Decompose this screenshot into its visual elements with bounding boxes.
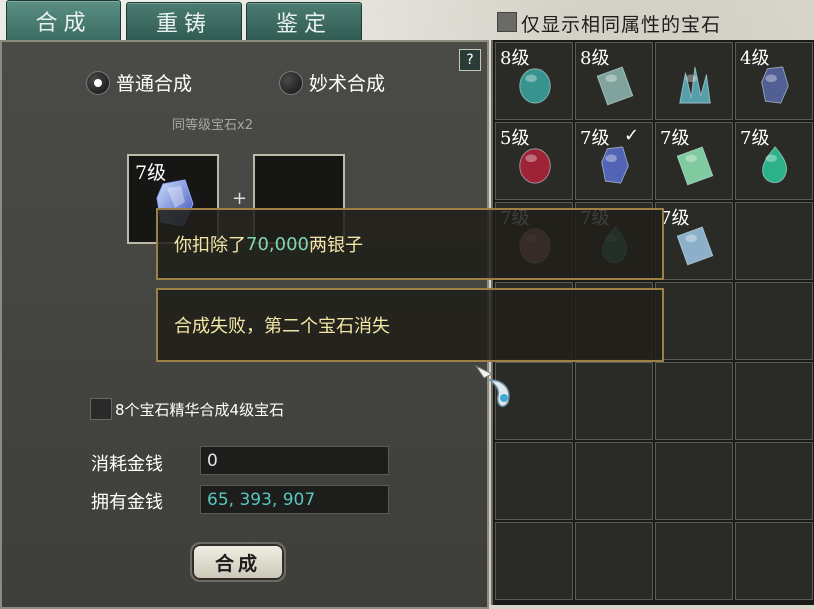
essence-combine-label: 8个宝石精华合成4级宝石 xyxy=(115,401,285,419)
ice-block-gem-icon xyxy=(676,226,714,266)
normal-combine-radio[interactable]: 普通合成 xyxy=(86,69,192,96)
inventory-cell[interactable] xyxy=(575,362,653,440)
radio-selected-icon xyxy=(86,70,110,95)
inventory-cell[interactable] xyxy=(735,522,813,600)
deduct-amount: 70,000 xyxy=(246,233,309,255)
inventory-cell[interactable] xyxy=(735,282,813,360)
magic-combine-label: 妙术合成 xyxy=(309,73,386,95)
cost-label: 消耗金钱 xyxy=(91,454,163,475)
combine-button[interactable]: 合成 xyxy=(190,542,286,582)
inventory-cell[interactable]: 5级 xyxy=(495,122,573,200)
plus-sign: + xyxy=(232,188,248,209)
inventory-cell[interactable] xyxy=(655,42,733,120)
normal-combine-label: 普通合成 xyxy=(116,73,193,95)
green-block-gem-icon xyxy=(676,146,714,186)
inventory-cell[interactable] xyxy=(735,362,813,440)
blue-small-gem-icon xyxy=(761,66,789,104)
inventory-cell[interactable] xyxy=(655,442,733,520)
pale-block-gem-icon xyxy=(596,66,634,106)
inventory-cell[interactable]: 8级 xyxy=(495,42,573,120)
tab-recast[interactable]: 重铸 xyxy=(126,2,242,41)
teal-oval-gem-icon xyxy=(519,68,551,104)
combine-failed-message: 合成失败，第二个宝石消失 xyxy=(156,288,664,362)
red-oval-gem-icon xyxy=(519,148,551,184)
inventory-cell[interactable]: 7级 xyxy=(655,202,733,280)
inventory-cell[interactable] xyxy=(575,522,653,600)
radio-unselected-icon xyxy=(279,70,303,95)
deduct-suffix: 两银子 xyxy=(308,235,363,256)
inventory-cell[interactable] xyxy=(735,202,813,280)
teal-crystal-cluster-icon xyxy=(679,66,711,104)
green-drop-gem-icon xyxy=(762,146,788,184)
essence-combine-checkbox[interactable] xyxy=(90,398,112,420)
inventory-cell[interactable]: 7级 xyxy=(655,122,733,200)
inventory-cell[interactable] xyxy=(495,442,573,520)
inventory-cell[interactable]: 8级 xyxy=(575,42,653,120)
inventory-cell[interactable]: 4级 xyxy=(735,42,813,120)
inventory-cell[interactable] xyxy=(655,362,733,440)
combine-failed-text: 合成失败，第二个宝石消失 xyxy=(174,316,390,337)
owned-money-value: 65, 393, 907 xyxy=(200,485,389,514)
mouse-cursor-icon xyxy=(474,364,510,407)
inventory-cell[interactable] xyxy=(495,522,573,600)
blue-crystal-icon xyxy=(601,146,629,184)
owned-money-label: 拥有金钱 xyxy=(91,492,163,513)
same-attribute-filter-checkbox[interactable] xyxy=(497,12,517,32)
deduct-prefix: 你扣除了 xyxy=(174,235,246,256)
tab-appraise[interactable]: 鉴定 xyxy=(246,2,362,41)
same-attribute-filter-label: 仅显示相同属性的宝石 xyxy=(521,14,722,36)
requirement-hint: 同等级宝石x2 xyxy=(172,118,253,133)
inventory-cell[interactable]: 7级 ✓ xyxy=(575,122,653,200)
inventory-cell[interactable] xyxy=(655,282,733,360)
inventory-cell[interactable] xyxy=(575,442,653,520)
cost-value: 0 xyxy=(200,446,389,475)
inventory-cell[interactable] xyxy=(735,442,813,520)
tab-combine[interactable]: 合成 xyxy=(6,0,121,41)
money-deducted-message: 你扣除了 70,000 两银子 xyxy=(156,208,664,280)
help-button[interactable]: ? xyxy=(459,49,481,71)
inventory-cell[interactable]: 7级 xyxy=(735,122,813,200)
magic-combine-radio[interactable]: 妙术合成 xyxy=(279,69,385,96)
inventory-cell[interactable] xyxy=(655,522,733,600)
